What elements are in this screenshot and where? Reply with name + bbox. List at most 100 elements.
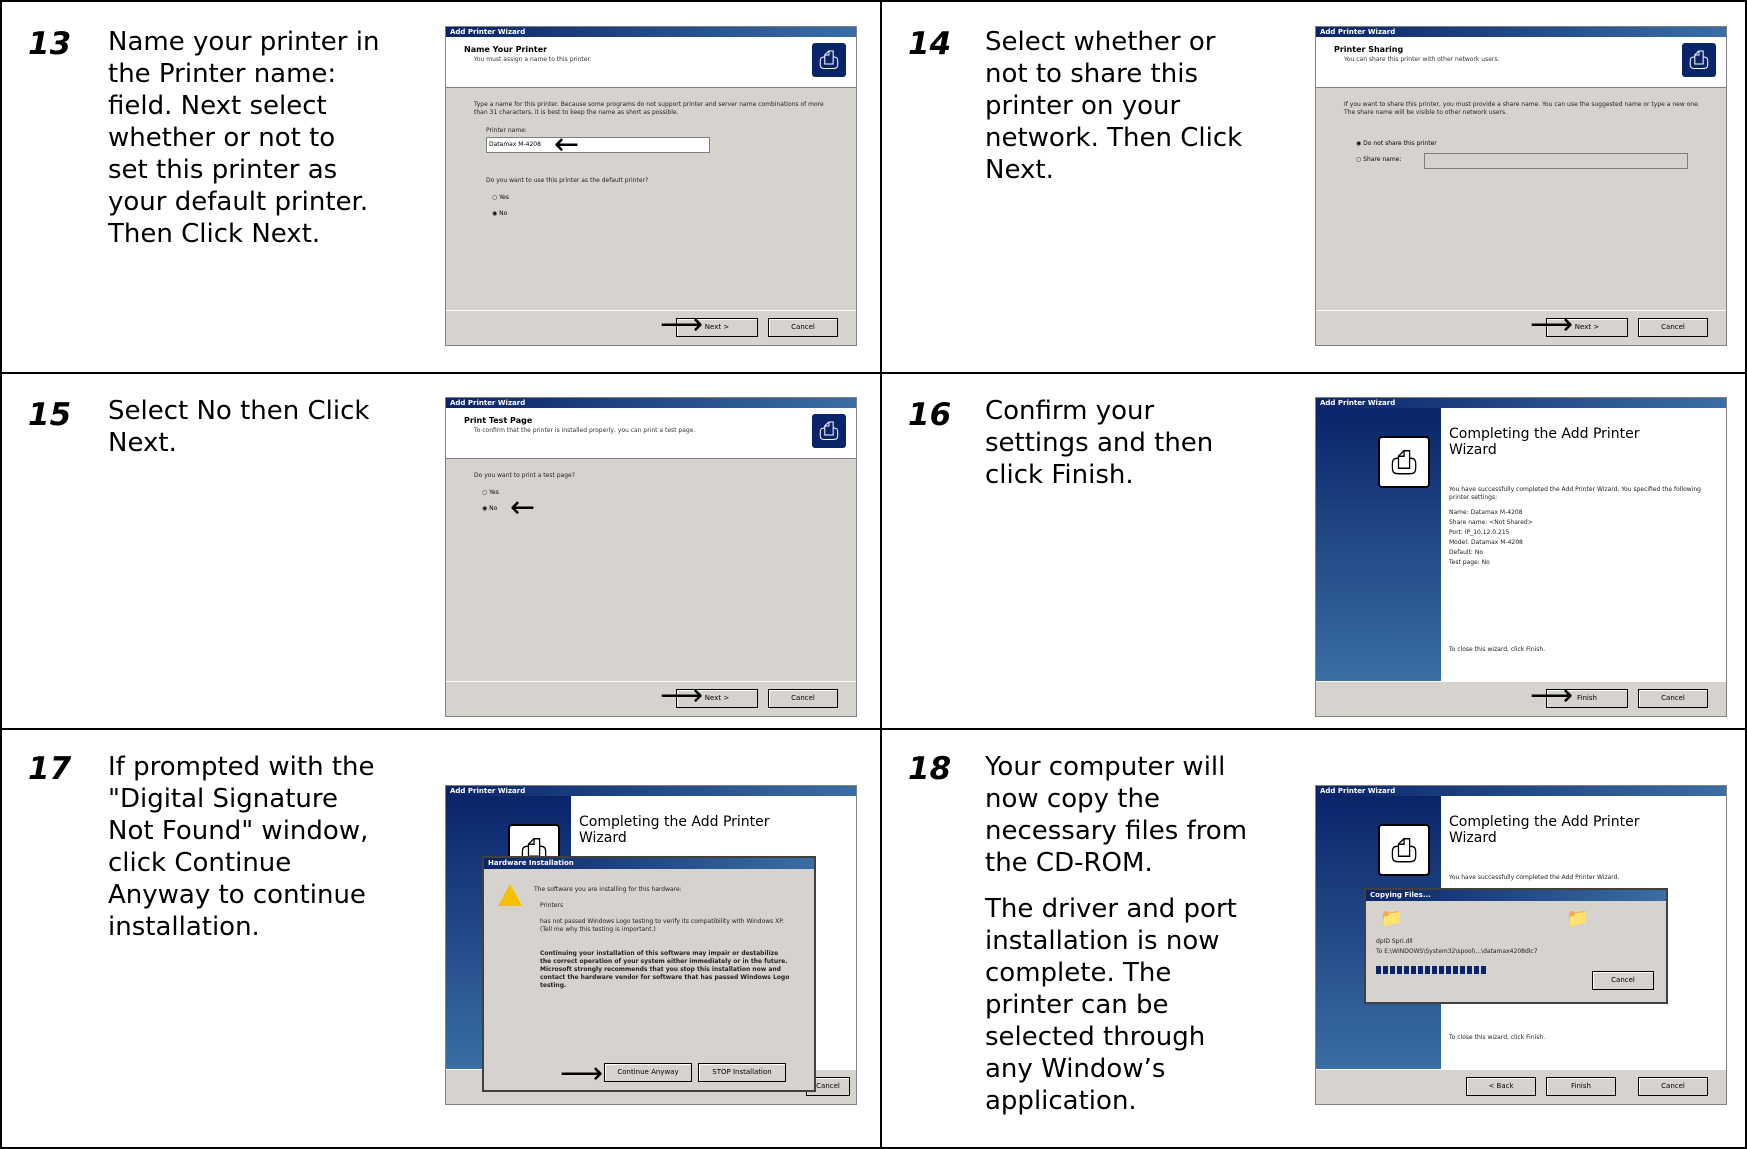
dialog-warning: Continuing your installation of this sof… (540, 950, 790, 989)
step-paragraph: The driver and port installation is now … (985, 894, 1237, 1116)
warning-icon (498, 884, 522, 906)
wizard-body-text: Type a name for this printer. Because so… (474, 101, 824, 116)
printer-icon: ⎙ (1378, 436, 1430, 488)
hardware-installation-dialog: Hardware Installation The software you a… (482, 856, 816, 1092)
step-text: If prompted with the "Digital Signature … (108, 751, 383, 957)
folder-icon: 📁 (1380, 908, 1403, 929)
pointer-arrow-icon: ⟶ (1530, 678, 1574, 713)
step-number: 15 (28, 397, 72, 433)
step-text: Select No then Click Next. (108, 395, 383, 473)
wizard-screenshot: Add Printer Wizard ⎙ Completing the Add … (445, 785, 857, 1105)
pointer-arrow-icon: ← (510, 490, 536, 525)
radio-yes[interactable]: ○ Yes (482, 488, 499, 498)
printer-icon: ⎙ (812, 43, 846, 77)
step-18-cell: 18 Your computer will now copy the neces… (880, 729, 1746, 1147)
step-paragraph: Name your printer in the Printer name: f… (108, 27, 380, 249)
wizard-screenshot: Add Printer Wizard ⎙ Completing the Add … (1315, 397, 1727, 717)
wizard-subheader: You can share this printer with other ne… (1344, 56, 1500, 63)
close-instruction: To close this wizard, click Finish. (1449, 1034, 1546, 1041)
radio-do-not-share[interactable]: ◉ Do not share this printer (1356, 139, 1437, 149)
wizard-screenshot: Add Printer Wizard ⎙ Completing the Add … (1315, 785, 1727, 1105)
step-number: 18 (908, 751, 952, 787)
step-14-cell: 14 Select whether or not to share this p… (880, 0, 1746, 372)
printer-icon: ⎙ (1682, 43, 1716, 77)
wizard-header: Print Test Page (464, 416, 533, 425)
cancel-button[interactable]: Cancel (768, 318, 838, 337)
wizard-screenshot: Add Printer Wizard Name Your Printer You… (445, 26, 857, 346)
completing-title: Completing the Add Printer Wizard (579, 814, 770, 846)
folder-icon: 📁 (1566, 908, 1589, 929)
step-paragraph: Select No then Click Next. (108, 396, 370, 458)
step-number: 13 (28, 26, 72, 62)
dialog-line: The software you are installing for this… (534, 886, 682, 893)
step-13-cell: 13 Name your printer in the Printer name… (0, 0, 880, 372)
copy-progress-bar (1376, 966, 1486, 974)
cancel-button[interactable]: Cancel (1638, 318, 1708, 337)
wizard-subheader: To confirm that the printer is installed… (474, 427, 696, 434)
dialog-line: Printers (540, 902, 564, 909)
dialog-title: Copying Files... (1366, 890, 1666, 901)
step-number: 14 (908, 26, 952, 62)
completing-title: Completing the Add Printer Wizard (1449, 426, 1640, 458)
dialog-title: Hardware Installation (484, 858, 814, 869)
wizard-title: Add Printer Wizard (450, 399, 526, 407)
pointer-arrow-icon: ⟶ (660, 678, 704, 713)
pointer-arrow-icon: ← (554, 127, 580, 162)
step-16-cell: 16 Confirm your settings and then click … (880, 373, 1746, 728)
step-text: Your computer will now copy the necessar… (985, 751, 1260, 1131)
wizard-title: Add Printer Wizard (1320, 28, 1396, 36)
printer-name-label: Printer name: (486, 127, 527, 134)
pointer-arrow-icon: ⟶ (660, 307, 704, 342)
cancel-button[interactable]: Cancel (768, 689, 838, 708)
wizard-body-text: If you want to share this printer, you m… (1344, 101, 1700, 116)
printer-icon: ⎙ (1378, 824, 1430, 876)
stop-installation-button[interactable]: STOP Installation (698, 1063, 786, 1082)
wizard-header: Name Your Printer (464, 45, 548, 54)
radio-yes[interactable]: ○ Yes (492, 193, 509, 203)
radio-no[interactable]: ◉ No (482, 504, 497, 514)
wizard-title: Add Printer Wizard (1320, 787, 1396, 795)
radio-share-name[interactable]: ○ Share name: (1356, 155, 1401, 165)
step-paragraph: Select whether or not to share this prin… (985, 27, 1243, 185)
copy-file-name: dpID Spri.dll (1376, 938, 1413, 945)
completing-intro: You have successfully completed the Add … (1449, 486, 1701, 501)
back-button[interactable]: < Back (1466, 1077, 1536, 1096)
step-number: 17 (28, 751, 72, 787)
printer-settings-list: Name: Datamax M-4208 Share name: <Not Sh… (1449, 509, 1533, 566)
step-17-cell: 17 If prompted with the "Digital Signatu… (0, 729, 880, 1147)
pointer-arrow-icon: ⟶ (1530, 307, 1574, 342)
step-paragraph: Confirm your settings and then click Fin… (985, 396, 1214, 490)
default-question: Do you want to use this printer as the d… (486, 177, 649, 184)
step-number: 16 (908, 397, 952, 433)
close-instruction: To close this wizard, click Finish. (1449, 646, 1546, 653)
step-paragraph: Your computer will now copy the necessar… (985, 752, 1248, 878)
step-paragraph: If prompted with the "Digital Signature … (108, 752, 375, 942)
wizard-subheader: You must assign a name to this printer. (474, 56, 592, 63)
wizard-title: Add Printer Wizard (1320, 399, 1396, 407)
printer-name-field[interactable]: Datamax M-4208 (486, 137, 710, 153)
copying-files-dialog: Copying Files... 📁 📁 dpID Spri.dll To E:… (1364, 888, 1668, 1004)
step-15-cell: 15 Select No then Click Next. Add Printe… (0, 373, 880, 728)
step-text: Select whether or not to share this prin… (985, 26, 1260, 200)
finish-button[interactable]: Finish (1546, 1077, 1616, 1096)
cancel-button[interactable]: Cancel (1592, 971, 1654, 990)
wizard-screenshot: Add Printer Wizard Print Test Page To co… (445, 397, 857, 717)
continue-anyway-button[interactable]: Continue Anyway (604, 1063, 692, 1082)
wizard-title: Add Printer Wizard (450, 28, 526, 36)
copy-destination: To E:\WINDOWS\System32\spool\...\datamax… (1376, 948, 1538, 955)
step-text: Name your printer in the Printer name: f… (108, 26, 383, 264)
wizard-screenshot: Add Printer Wizard Printer Sharing You c… (1315, 26, 1727, 346)
cancel-button[interactable]: Cancel (1638, 689, 1708, 708)
completing-intro: You have successfully completed the Add … (1449, 874, 1620, 881)
printer-icon: ⎙ (812, 414, 846, 448)
test-page-question: Do you want to print a test page? (474, 472, 575, 479)
cancel-button[interactable]: Cancel (1638, 1077, 1708, 1096)
pointer-arrow-icon: ⟶ (560, 1056, 604, 1091)
share-name-field[interactable] (1424, 153, 1688, 169)
wizard-title: Add Printer Wizard (450, 787, 526, 795)
wizard-header: Printer Sharing (1334, 45, 1404, 54)
completing-title: Completing the Add Printer Wizard (1449, 814, 1640, 846)
step-text: Confirm your settings and then click Fin… (985, 395, 1260, 505)
dialog-line: has not passed Windows Logo testing to v… (540, 918, 784, 933)
radio-no[interactable]: ◉ No (492, 209, 507, 219)
